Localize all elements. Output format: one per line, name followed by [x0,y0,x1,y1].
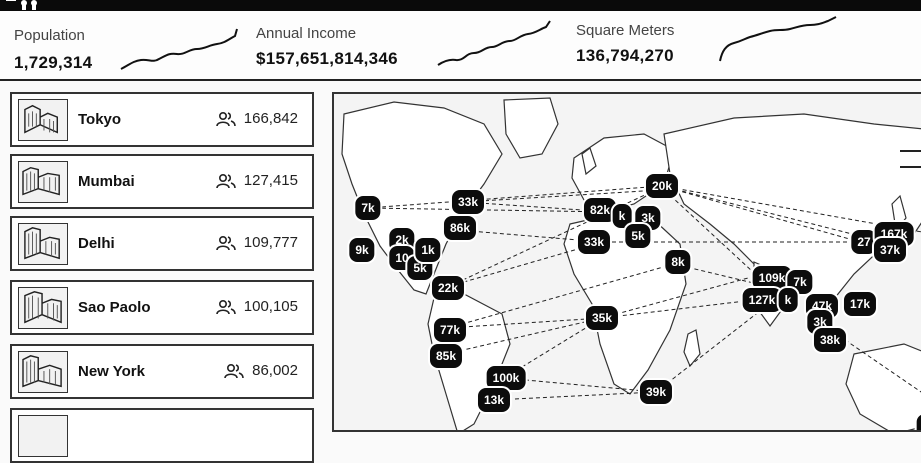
population-value: 109,777 [243,234,298,251]
menu-handle[interactable] [900,150,921,168]
map-pin[interactable]: 22k [431,276,465,300]
city-building-icon [18,161,68,203]
stat-annual-income[interactable]: Annual Income $157,651,814,346 [256,11,556,79]
map-pin[interactable]: 13k [477,388,511,412]
map-pin[interactable]: 8k [665,250,691,274]
map-pin[interactable]: 82k [583,198,617,222]
stats-header: Population 1,729,314 Annual Income $157,… [0,11,921,81]
city-thumbnail [18,415,68,457]
map-pin[interactable]: 20k [645,174,679,198]
map-pin[interactable]: 77k [433,318,467,342]
city-list: Tokyo 166,842 Mumbai 127,415 Delhi 109,7… [10,92,316,463]
city-name: New York [78,363,145,380]
top-bar [0,0,921,11]
map-pin[interactable]: 33k [451,190,485,214]
map-pin[interactable]: k [778,288,798,312]
sparkline-annual-income [437,20,551,66]
world-map[interactable]: 7k 33k 86k 9k 2k 10 5k 1k 22k 82k k 3k 5k 33k 20k 8k 35k… [332,92,921,432]
list-item[interactable]: Tokyo 166,842 [10,92,314,147]
list-item[interactable]: New York 86,002 [10,344,314,399]
sparkline-population [120,28,238,70]
population-count: 100,105 [215,298,298,315]
map-pin[interactable]: 7k [355,196,381,220]
map-pin[interactable]: 35k [585,306,619,330]
list-item[interactable]: Delhi 109,777 [10,216,314,271]
population-count: 86,002 [224,362,298,379]
map-pin[interactable]: 109k [752,266,792,290]
map-pin[interactable]: 1k [415,238,441,262]
city-name: Tokyo [78,111,122,128]
map-pin[interactable]: 127k [742,288,782,312]
people-icon [215,235,236,250]
population-value: 86,002 [252,362,298,379]
population-value: 127,415 [243,172,298,189]
sparkline-square-meters [719,16,837,62]
stat-value: $157,651,814,346 [256,49,398,68]
list-item[interactable] [10,408,314,463]
map-pin[interactable]: 38k [813,328,847,352]
map-pin[interactable]: 27 [851,230,877,254]
people-icon [215,299,236,314]
stat-population[interactable]: Population 1,729,314 [14,11,244,79]
city-building-icon [18,351,68,393]
city-building-icon [18,223,68,265]
population-value: 166,842 [243,110,298,127]
city-building-icon [18,287,68,329]
map-pin[interactable]: 85k [429,344,463,368]
map-pin[interactable]: 5k [625,224,651,248]
map-pin[interactable]: 100k [486,366,526,390]
people-icon [215,111,236,126]
stat-label: Annual Income [256,25,357,42]
city-name: Sao Paolo [78,299,151,316]
map-pin[interactable]: 4 [916,414,921,430]
stat-value: 136,794,270 [576,46,674,65]
population-count: 127,415 [215,172,298,189]
map-pin[interactable]: 17k [843,292,877,316]
city-building-icon [18,99,68,141]
population-value: 100,105 [243,298,298,315]
city-name: Delhi [78,235,115,252]
people-icon [224,363,244,378]
stat-label: Population [14,27,85,44]
map-pin[interactable]: 33k [577,230,611,254]
stat-label: Square Meters [576,22,675,39]
app-logo-icon [6,0,37,10]
map-pin[interactable]: 86k [443,216,477,240]
list-item[interactable]: Mumbai 127,415 [10,154,314,209]
map-pin[interactable]: 9k [349,238,375,262]
stat-value: 1,729,314 [14,53,93,72]
map-pin[interactable]: 39k [639,380,673,404]
list-item[interactable]: Sao Paolo 100,105 [10,280,314,335]
stat-square-meters[interactable]: Square Meters 136,794,270 [576,11,866,79]
people-icon [215,173,236,188]
population-count: 109,777 [215,234,298,251]
city-name: Mumbai [78,173,135,190]
map-pin[interactable]: 37k [873,238,907,262]
population-count: 166,842 [215,110,298,127]
